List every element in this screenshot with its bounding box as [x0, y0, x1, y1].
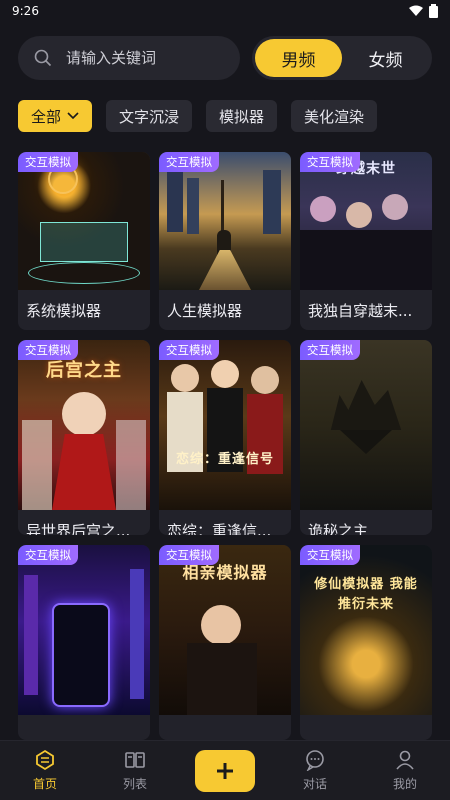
status-icons	[409, 4, 438, 18]
interactive-badge: 交互模拟	[300, 152, 360, 172]
tab-female[interactable]: 女频	[342, 39, 429, 77]
card-title: 系统模拟器	[26, 301, 102, 320]
interactive-badge: 交互模拟	[18, 152, 78, 172]
filter-chip-all[interactable]: 全部	[18, 100, 93, 132]
story-card[interactable]: 交互模拟 相亲模拟器	[159, 545, 291, 740]
card-title	[300, 715, 432, 740]
filter-chip-text-immersion[interactable]: 文字沉浸	[106, 100, 193, 132]
tab-male[interactable]: 男频	[255, 39, 342, 77]
interactive-badge: 交互模拟	[159, 152, 219, 172]
interactive-badge: 交互模拟	[18, 545, 78, 565]
story-grid: 交互模拟 系统模拟器 交互模拟 人生模拟器 交互模拟 穿越末世 我独自穿越末..…	[18, 152, 432, 740]
chevron-down-icon	[67, 112, 79, 120]
card-cover-image: 修仙模拟器 我能推衍未来	[300, 545, 432, 715]
card-cover-image: 相亲模拟器	[159, 545, 291, 715]
card-title: 人生模拟器	[167, 301, 243, 320]
story-card[interactable]: 交互模拟	[18, 545, 150, 740]
search-row: 男频 女频	[18, 36, 432, 82]
story-card[interactable]: 交互模拟 人生模拟器	[159, 152, 291, 330]
card-title: 我独自穿越末...	[308, 301, 413, 320]
tab-label: 首页	[32, 777, 57, 791]
search-input[interactable]	[66, 49, 216, 67]
interactive-badge: 交互模拟	[18, 340, 78, 360]
card-title: 恋综：重逢信...	[167, 521, 272, 536]
card-title	[159, 715, 291, 740]
interactive-badge: 交互模拟	[300, 340, 360, 360]
card-cover-image: 恋综：重逢信号	[159, 340, 291, 510]
status-bar: 9:26	[0, 0, 450, 22]
bottom-tab-bar: 首页 列表 对话 我的	[0, 740, 450, 800]
tab-profile[interactable]: 我的	[370, 749, 440, 792]
story-card[interactable]: 交互模拟 恋综：重逢信号 恋综：重逢信...	[159, 340, 291, 535]
filter-row: 全部 文字沉浸 模拟器 美化渲染	[18, 100, 450, 134]
book-icon	[125, 752, 145, 768]
card-cover-image	[159, 152, 291, 290]
card-title: 异世界后宫之...	[26, 521, 131, 536]
filter-chip-label: 全部	[31, 107, 62, 126]
card-cover-image: 后宫之主	[18, 340, 150, 510]
interactive-badge: 交互模拟	[300, 545, 360, 565]
filter-chip-beautify[interactable]: 美化渲染	[291, 100, 378, 132]
search-icon	[34, 49, 52, 67]
gender-switch: 男频 女频	[252, 36, 432, 80]
cover-title-text: 恋综：重逢信号	[175, 452, 274, 467]
tab-list[interactable]: 列表	[100, 749, 170, 792]
card-cover-image	[18, 152, 150, 290]
tab-chat[interactable]: 对话	[280, 749, 350, 792]
interactive-badge: 交互模拟	[159, 545, 219, 565]
card-title	[18, 715, 150, 740]
card-cover-image	[300, 340, 432, 510]
search-box[interactable]	[18, 36, 240, 80]
tab-home[interactable]: 首页	[10, 749, 80, 792]
home-icon	[36, 749, 54, 771]
interactive-badge: 交互模拟	[159, 340, 219, 360]
add-button[interactable]	[195, 749, 255, 792]
battery-icon	[429, 4, 438, 18]
wifi-icon	[409, 5, 423, 16]
cover-title-text: 修仙模拟器 我能推衍未来	[314, 577, 418, 612]
card-cover-image	[18, 545, 150, 715]
story-card[interactable]: 交互模拟 诡秘之主	[300, 340, 432, 535]
tab-label: 列表	[122, 777, 147, 791]
story-card[interactable]: 交互模拟 穿越末世 我独自穿越末...	[300, 152, 432, 330]
story-card[interactable]: 交互模拟 系统模拟器	[18, 152, 150, 330]
person-icon	[396, 750, 414, 770]
filter-chip-simulator[interactable]: 模拟器	[206, 100, 278, 132]
tab-label: 对话	[302, 777, 327, 791]
story-card[interactable]: 交互模拟 后宫之主 异世界后宫之...	[18, 340, 150, 535]
plus-icon	[217, 762, 233, 779]
story-card[interactable]: 交互模拟 修仙模拟器 我能推衍未来	[300, 545, 432, 740]
status-time: 9:26	[12, 4, 39, 18]
chat-icon	[306, 750, 324, 771]
card-title: 诡秘之主	[308, 521, 369, 536]
card-cover-image: 穿越末世	[300, 152, 432, 290]
tab-label: 我的	[392, 777, 417, 791]
tab-create[interactable]	[190, 749, 260, 792]
